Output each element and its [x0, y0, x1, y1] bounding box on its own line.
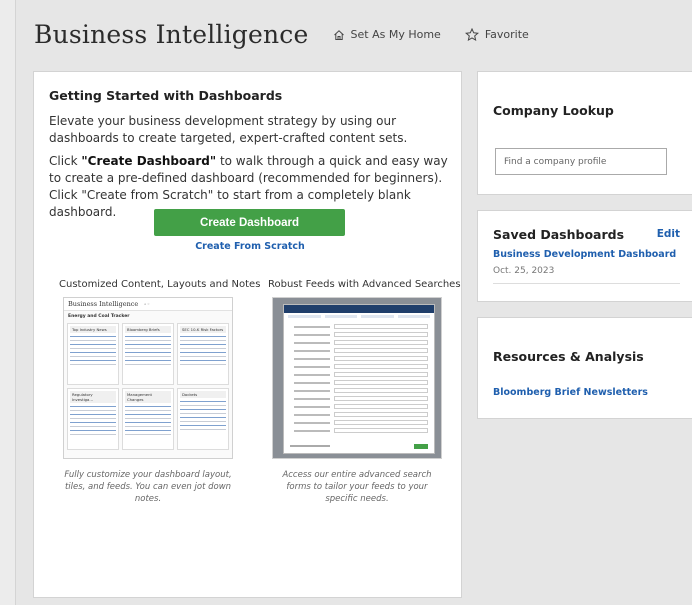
saved-dashboard-link[interactable]: Business Development Dashboard	[493, 249, 676, 260]
page-background: Business Intelligence Set As My Home Fav…	[15, 0, 692, 605]
dashboard-preview-image: Business Intelligence ⌂ ☆ Energy and Coal…	[63, 297, 233, 459]
feature-caption-feeds: Robust Feeds with Advanced Searches	[268, 279, 461, 290]
create-dashboard-button[interactable]: Create Dashboard	[154, 209, 345, 236]
saved-dashboards-panel: Saved Dashboards Edit Business Developme…	[477, 210, 692, 302]
advanced-search-preview-image	[272, 297, 442, 459]
star-icon	[464, 28, 479, 41]
bloomberg-brief-newsletters-link[interactable]: Bloomberg Brief Newsletters	[493, 387, 648, 398]
instructions-prefix: Click	[49, 154, 82, 168]
favorite-label: Favorite	[484, 28, 529, 41]
company-lookup-panel: Company Lookup	[477, 71, 692, 195]
getting-started-heading: Getting Started with Dashboards	[49, 88, 283, 103]
resources-panel: Resources & Analysis Bloomberg Brief New…	[477, 317, 692, 419]
resources-heading: Resources & Analysis	[493, 349, 644, 364]
page-title: Business Intelligence	[34, 20, 309, 49]
instructions-bold: "Create Dashboard"	[81, 154, 217, 168]
company-search-input[interactable]	[495, 148, 667, 175]
saved-dashboard-date: Oct. 25, 2023	[493, 266, 555, 276]
favorite-link[interactable]: Favorite	[464, 28, 529, 41]
feature-note-layouts: Fully customize your dashboard layout, t…	[64, 470, 232, 504]
feature-note-feeds: Access our entire advanced search forms …	[282, 470, 432, 504]
intro-text: Elevate your business development strate…	[49, 114, 408, 145]
saved-dashboards-heading: Saved Dashboards	[493, 227, 625, 242]
set-as-home-label: Set As My Home	[350, 28, 441, 41]
create-from-scratch-link[interactable]: Create From Scratch	[164, 241, 336, 252]
divider	[493, 283, 680, 284]
feature-caption-layouts: Customized Content, Layouts and Notes	[59, 279, 261, 290]
getting-started-panel: Getting Started with Dashboards Elevate …	[33, 71, 462, 598]
edit-saved-dashboards-link[interactable]: Edit	[657, 228, 680, 240]
company-lookup-heading: Company Lookup	[493, 103, 614, 118]
set-as-home-link[interactable]: Set As My Home	[333, 28, 441, 41]
page-header: Business Intelligence Set As My Home Fav…	[34, 20, 529, 49]
home-icon	[333, 29, 344, 40]
